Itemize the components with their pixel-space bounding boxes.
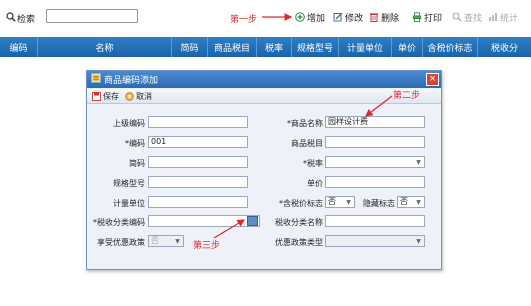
tax-included-value: 否 <box>328 197 336 206</box>
tax-included-label: *含税价标志 <box>279 199 323 208</box>
product-name-input[interactable]: 园样设计费 <box>325 116 425 128</box>
preferential-type-label: 优惠政策类型 <box>275 238 323 247</box>
cancel-button-label: 取消 <box>136 91 152 101</box>
delete-button-label: 删除 <box>381 13 400 24</box>
stats-button[interactable]: 统计 <box>488 10 518 24</box>
parent-code-input[interactable] <box>148 116 248 128</box>
chevron-down-icon: ▼ <box>416 199 421 206</box>
top-toolbar: 检索 第一步 增加 修改 删除 打印 查找 统计 <box>0 0 531 36</box>
tax-rate-label: *税率 <box>303 159 323 168</box>
step1-annotation: 第一步 <box>230 15 258 25</box>
save-icon <box>92 91 101 101</box>
table-header: 编码 名称 简码 商品税目 税率 规格型号 计量单位 单价 含税价标志 税收分 <box>0 37 531 57</box>
cancel-icon <box>125 91 134 101</box>
search-icon <box>6 12 16 22</box>
tax-class-picker-button[interactable] <box>247 216 258 226</box>
add-button-label: 增加 <box>307 13 326 24</box>
column-header[interactable]: 单价 <box>392 37 423 57</box>
tax-class-name-input[interactable] <box>325 215 425 227</box>
save-button-label: 保存 <box>103 91 119 101</box>
column-header[interactable]: 税收分 <box>478 37 531 57</box>
trash-icon <box>369 12 379 22</box>
dialog-title-bar[interactable]: 商品编码添加 × <box>87 71 441 88</box>
query-button[interactable]: 查找 <box>452 10 482 24</box>
spec-label: 规格型号 <box>113 179 145 188</box>
close-button[interactable]: × <box>426 73 439 86</box>
unit-input[interactable] <box>148 196 248 208</box>
hidden-flag-value: 否 <box>400 197 408 206</box>
short-code-label: 简码 <box>129 159 145 168</box>
printer-icon <box>412 12 422 22</box>
delete-button[interactable]: 删除 <box>369 10 399 24</box>
edit-button[interactable]: 修改 <box>333 10 363 24</box>
edit-icon <box>333 12 343 22</box>
edit-button-label: 修改 <box>345 13 364 24</box>
tax-included-select[interactable]: 否 ▼ <box>325 196 355 208</box>
tax-item-input[interactable] <box>325 136 425 148</box>
cancel-button[interactable]: 取消 <box>125 91 152 102</box>
column-header[interactable]: 简码 <box>172 37 208 57</box>
column-header[interactable]: 规格型号 <box>292 37 339 57</box>
tax-class-code-input[interactable] <box>148 215 260 227</box>
preferential-label: 享受优惠政策 <box>97 238 145 247</box>
chevron-down-icon: ▼ <box>175 238 180 245</box>
search-label: 检索 <box>17 15 36 25</box>
chevron-down-icon: ▼ <box>416 159 421 166</box>
tax-rate-select[interactable]: ▼ <box>325 156 425 168</box>
product-name-label: *商品名称 <box>287 119 323 128</box>
price-label: 单价 <box>307 179 323 188</box>
print-button-label: 打印 <box>424 13 443 24</box>
hidden-flag-label: 隐藏标志 <box>363 199 395 208</box>
column-header[interactable]: 税率 <box>257 37 292 57</box>
unit-label: 计量单位 <box>113 199 145 208</box>
print-button[interactable]: 打印 <box>412 10 442 24</box>
save-button[interactable]: 保存 <box>92 91 119 102</box>
step2-annotation: 第二步 <box>393 91 421 101</box>
column-header[interactable]: 含税价标志 <box>423 37 478 57</box>
column-header[interactable]: 名称 <box>38 37 172 57</box>
tax-class-name-label: 税收分类名称 <box>275 218 323 227</box>
close-icon: × <box>428 74 437 84</box>
step3-annotation: 第三步 <box>193 241 221 251</box>
hidden-flag-select[interactable]: 否 ▼ <box>397 196 425 208</box>
column-header[interactable]: 商品税目 <box>208 37 257 57</box>
code-input[interactable]: 001 <box>148 136 248 148</box>
preferential-value: 否 <box>151 236 159 245</box>
column-header[interactable]: 编码 <box>0 37 38 57</box>
code-label: *编码 <box>125 139 145 148</box>
search-input[interactable] <box>46 9 138 23</box>
preferential-select[interactable]: 否 ▼ <box>148 235 184 247</box>
stats-button-label: 统计 <box>500 13 519 24</box>
query-icon <box>452 12 462 22</box>
spec-input[interactable] <box>148 176 248 188</box>
dialog-toolbar: 保存 取消 <box>87 89 441 104</box>
add-product-code-dialog: 商品编码添加 × 保存 取消 上级编码 *商品名称 园样设计费 *编码 001 … <box>86 70 442 270</box>
parent-code-label: 上级编码 <box>113 119 145 128</box>
dialog-title: 商品编码添加 <box>104 76 159 86</box>
preferential-type-select[interactable]: ▼ <box>325 235 425 247</box>
add-icon <box>295 12 305 22</box>
product-icon <box>91 73 101 86</box>
column-header[interactable]: 计量单位 <box>339 37 392 57</box>
tax-item-label: 商品税目 <box>291 139 323 148</box>
tax-class-code-label: *税收分类编码 <box>93 218 145 227</box>
query-button-label: 查找 <box>464 13 483 24</box>
add-button[interactable]: 增加 <box>295 10 325 24</box>
chevron-down-icon: ▼ <box>346 199 351 206</box>
short-code-input[interactable] <box>148 156 248 168</box>
stats-icon <box>488 12 498 22</box>
price-input[interactable] <box>325 176 425 188</box>
chevron-down-icon: ▼ <box>416 238 421 245</box>
